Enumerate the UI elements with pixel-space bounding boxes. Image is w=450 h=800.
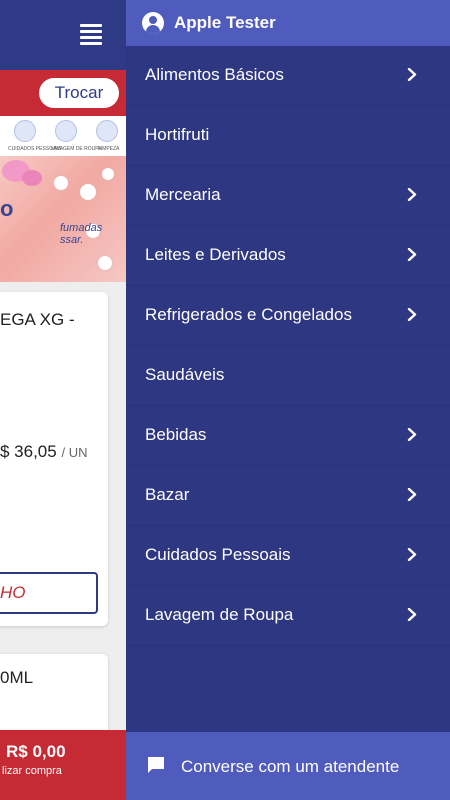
category-label: LAVAGEM DE ROUPA <box>51 146 102 152</box>
chevron-right-icon <box>407 608 417 621</box>
chevron-right-icon <box>407 548 417 561</box>
menu-item-label: Alimentos Básicos <box>145 65 284 84</box>
cotton-decoration <box>98 256 112 270</box>
banner-text: fumadas ssar. <box>60 222 103 246</box>
product-price: $ 36,05 / UN <box>0 442 87 462</box>
cart-total: R$ 0,00 <box>6 742 66 761</box>
price-value: $ 36,05 <box>0 442 57 461</box>
promo-banner[interactable]: o fumadas ssar. <box>0 156 126 282</box>
menu-item-label: Saudáveis <box>145 365 225 384</box>
menu-item-label: Bazar <box>145 485 190 504</box>
laundry-icon[interactable] <box>55 120 77 142</box>
menu-item-label: Cuidados Pessoais <box>145 545 291 564</box>
chevron-right-icon <box>407 308 417 321</box>
change-store-button[interactable]: Trocar <box>39 78 119 108</box>
banner-logo: o <box>0 196 14 221</box>
product-card[interactable]: EGA XG - $ 36,05 / UN HO <box>0 292 108 626</box>
product-title: EGA XG - <box>0 310 75 329</box>
cart-footer[interactable]: R$ 0,00 lizar compra <box>0 730 126 800</box>
menu-item-label: Bebidas <box>145 425 207 444</box>
menu-item[interactable]: Saudáveis <box>126 346 450 406</box>
menu-item[interactable]: Mercearia <box>126 166 450 226</box>
chevron-right-icon <box>407 248 417 261</box>
flower-decoration <box>22 170 42 186</box>
background-app: Trocar CUIDADOS PESSOAIS LAVAGEM DE ROUP… <box>0 0 126 800</box>
chat-bubble-icon <box>148 757 164 773</box>
menu-item-label: Hortifruti <box>145 125 210 144</box>
personal-care-icon[interactable] <box>14 120 36 142</box>
category-label: LIMPEZA <box>98 146 120 152</box>
chevron-right-icon <box>407 68 417 81</box>
category-strip: CUIDADOS PESSOAIS LAVAGEM DE ROUPA LIMPE… <box>0 116 126 156</box>
product-title: 0ML <box>0 668 34 687</box>
app-header <box>0 0 126 70</box>
menu-item-label: Leites e Derivados <box>145 245 286 264</box>
chat-label: Converse com um atendente <box>181 757 400 776</box>
menu-item[interactable]: Alimentos Básicos <box>126 46 450 106</box>
menu-item[interactable]: Refrigerados e Congelados <box>126 286 450 346</box>
chevron-right-icon <box>407 428 417 441</box>
menu-item[interactable]: Bazar <box>126 466 450 526</box>
navigation-drawer: Apple Tester Alimentos Básicos Hortifruti… <box>126 0 450 800</box>
cotton-decoration <box>102 168 114 180</box>
category-menu: Alimentos Básicos Hortifruti Mercearia Leit… <box>126 46 450 646</box>
cotton-decoration <box>54 176 68 190</box>
cotton-decoration <box>80 184 96 200</box>
user-avatar-icon <box>142 12 164 34</box>
hamburger-menu-icon[interactable] <box>80 24 102 46</box>
checkout-label: lizar compra <box>2 765 62 777</box>
menu-item[interactable]: Bebidas <box>126 406 450 466</box>
menu-item[interactable]: Hortifruti <box>126 106 450 166</box>
menu-item-label: Lavagem de Roupa <box>145 605 294 624</box>
chevron-right-icon <box>407 188 417 201</box>
chat-with-agent-button[interactable]: Converse com um atendente <box>126 732 450 800</box>
menu-item[interactable]: Leites e Derivados <box>126 226 450 286</box>
menu-item-label: Refrigerados e Congelados <box>145 305 352 324</box>
drawer-header[interactable]: Apple Tester <box>126 0 450 46</box>
cleaning-icon[interactable] <box>96 120 118 142</box>
menu-item[interactable]: Lavagem de Roupa <box>126 586 450 646</box>
price-unit: / UN <box>61 445 88 460</box>
chevron-right-icon <box>407 488 417 501</box>
menu-item-label: Mercearia <box>145 185 221 204</box>
menu-item[interactable]: Cuidados Pessoais <box>126 526 450 586</box>
user-name: Apple Tester <box>174 13 276 32</box>
add-to-cart-button[interactable]: HO <box>0 572 98 614</box>
